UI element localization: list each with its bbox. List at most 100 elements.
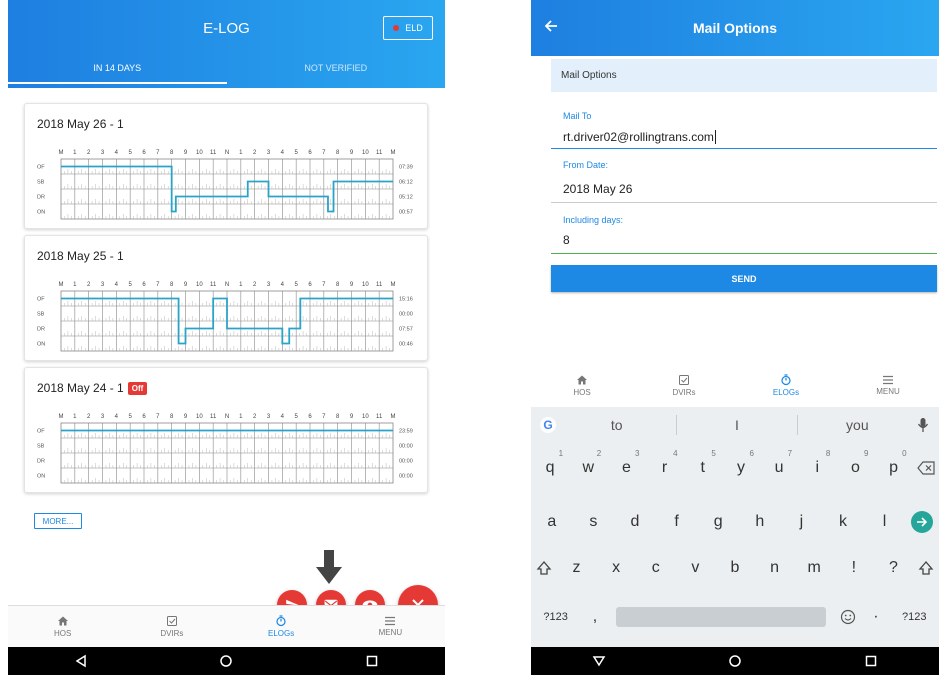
hour-tick-label: 6: [308, 414, 312, 420]
nav-item-menu[interactable]: MENU: [336, 606, 445, 647]
more-button[interactable]: MORE...: [34, 513, 82, 529]
nav-label: DVIRs: [160, 629, 184, 638]
key-z[interactable]: z: [561, 559, 591, 577]
duty-status-label: DR: [37, 327, 45, 333]
key-alt-number: 4: [673, 449, 678, 458]
log-card[interactable]: 2018 May 25 - 1 M 1 2 3 4 5 6 7 8 9 10 11 N 1 2 3 4 5 6 7 8 9…: [24, 235, 428, 361]
mail-to-label: Mail To: [563, 111, 592, 121]
from-date-field[interactable]: 2018 May 26: [563, 182, 632, 196]
mail-to-input[interactable]: rt.driver02@rollingtrans.com​: [563, 130, 716, 144]
hour-tick-label: 11: [210, 150, 217, 156]
suggestion-word[interactable]: to: [557, 417, 676, 433]
shift-icon[interactable]: [536, 560, 552, 576]
key-y[interactable]: y6: [726, 449, 756, 477]
nav-item-menu[interactable]: MENU: [837, 364, 939, 406]
log-grid-chart: M 1 2 3 4 5 6 7 8 9 10 11 N 1 2 3 4 5 6 7 8 9 10 11 M OF 23:59 SB 00…: [37, 414, 413, 484]
nav-item-hos[interactable]: HOS: [8, 606, 117, 647]
key-u[interactable]: u7: [764, 449, 794, 477]
microphone-icon[interactable]: [917, 417, 929, 433]
hour-tick-label: 5: [128, 414, 132, 420]
nav-item-elogs[interactable]: ELOGs: [735, 364, 837, 406]
nav-item-elogs[interactable]: ELOGs: [227, 606, 336, 647]
key-q[interactable]: q1: [535, 449, 565, 477]
nav-item-hos[interactable]: HOS: [531, 364, 633, 406]
key-b[interactable]: b: [720, 559, 750, 577]
key-i[interactable]: i8: [802, 449, 832, 477]
hour-tick-label: 4: [115, 150, 119, 156]
nav-item-dvirs[interactable]: DVIRs: [633, 364, 735, 406]
system-nav-bar: [531, 647, 939, 675]
duty-total-label: 07:57: [399, 327, 413, 333]
enter-key[interactable]: [911, 511, 934, 533]
key-char: u: [774, 459, 784, 476]
key-alt-number: 1: [558, 449, 564, 458]
key-question[interactable]: ?: [878, 559, 908, 577]
key-w[interactable]: w2: [573, 449, 603, 477]
home-circle-icon[interactable]: [728, 654, 742, 668]
duty-total-label: 00:57: [399, 210, 413, 216]
key-d[interactable]: d: [620, 513, 650, 531]
google-g-icon[interactable]: G: [539, 416, 557, 434]
hour-tick-label: 5: [294, 414, 298, 420]
tab-not-verified[interactable]: NOT VERIFIED: [227, 52, 446, 88]
hour-tick-label: 3: [267, 282, 271, 288]
back-triangle-icon[interactable]: [74, 654, 88, 668]
hour-tick-label: 6: [142, 150, 146, 156]
key-p[interactable]: p0: [879, 449, 909, 477]
log-card[interactable]: 2018 May 24 - 1 Off M 1 2 3 4 5 6 7 8 9 10 11 N 1 2 3 4 5…: [24, 367, 428, 493]
suggestion-word[interactable]: I: [677, 417, 796, 433]
key-a[interactable]: a: [537, 513, 567, 531]
log-card[interactable]: 2018 May 26 - 1 M 1 2 3 4 5 6 7 8 9 10 11 N 1 2 3 4 5 6 7 8 9…: [24, 103, 428, 229]
duty-total-label: 23:59: [399, 429, 413, 435]
key-h[interactable]: h: [745, 513, 775, 531]
key-l[interactable]: l: [870, 513, 900, 531]
symbols-key[interactable]: ?123: [538, 611, 574, 623]
hour-tick-label: 8: [170, 414, 174, 420]
including-days-label: Including days:: [563, 215, 624, 225]
hour-tick-label: 11: [210, 282, 217, 288]
key-exclamation[interactable]: !: [839, 559, 869, 577]
eld-button[interactable]: ELD: [383, 16, 433, 40]
hour-tick-label: 2: [87, 414, 91, 420]
shift-icon[interactable]: [918, 560, 934, 576]
home-circle-icon[interactable]: [219, 654, 233, 668]
key-o[interactable]: o9: [840, 449, 870, 477]
key-char: w: [582, 459, 595, 476]
key-c[interactable]: c: [641, 559, 671, 577]
send-button[interactable]: SEND: [551, 265, 937, 292]
hour-tick-label: 5: [128, 282, 132, 288]
key-e[interactable]: e3: [611, 449, 641, 477]
keyboard-row-4: ?123 , · ?123: [531, 607, 939, 627]
comma-key[interactable]: ,: [587, 608, 603, 626]
key-r[interactable]: r4: [650, 449, 680, 477]
duty-status-label: OF: [37, 297, 45, 303]
hour-tick-label: M: [59, 414, 64, 420]
key-s[interactable]: s: [578, 513, 608, 531]
key-n[interactable]: n: [760, 559, 790, 577]
hour-tick-label: 9: [184, 150, 188, 156]
nav-item-dvirs[interactable]: DVIRs: [117, 606, 226, 647]
key-v[interactable]: v: [680, 559, 710, 577]
spacebar-key[interactable]: [616, 607, 827, 627]
hour-tick-label: 2: [253, 414, 257, 420]
tab-in-14-days[interactable]: IN 14 DAYS: [8, 52, 227, 88]
key-k[interactable]: k: [828, 513, 858, 531]
hour-tick-label: 8: [170, 282, 174, 288]
suggestion-word[interactable]: you: [798, 417, 917, 433]
key-j[interactable]: j: [786, 513, 816, 531]
key-x[interactable]: x: [601, 559, 631, 577]
key-f[interactable]: f: [662, 513, 692, 531]
page-title: Mail Options: [693, 20, 777, 36]
symbols-key-right[interactable]: ?123: [896, 611, 932, 623]
key-g[interactable]: g: [703, 513, 733, 531]
backspace-icon[interactable]: [917, 461, 935, 475]
recents-square-icon[interactable]: [864, 654, 878, 668]
recents-square-icon[interactable]: [365, 654, 379, 668]
key-t[interactable]: t5: [688, 449, 718, 477]
period-key[interactable]: ·: [869, 608, 883, 626]
emoji-icon[interactable]: [840, 609, 856, 625]
including-days-field[interactable]: 8: [563, 233, 570, 247]
hour-tick-label: M: [391, 150, 396, 156]
key-m[interactable]: m: [799, 559, 829, 577]
hide-keyboard-icon[interactable]: [592, 654, 606, 668]
